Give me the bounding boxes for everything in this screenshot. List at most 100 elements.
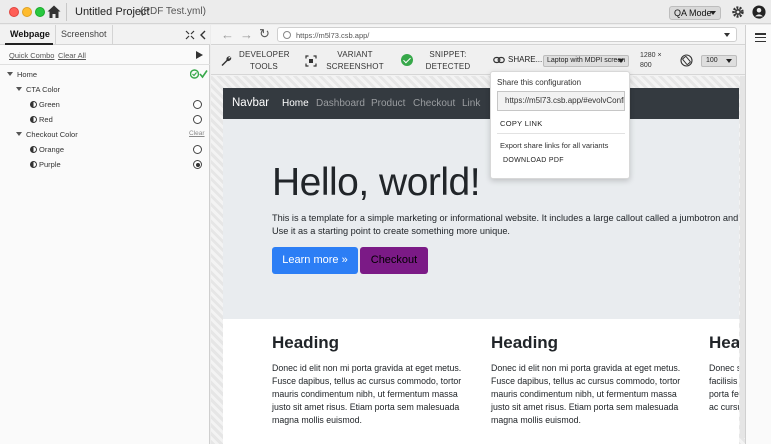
chevron-down-icon <box>710 11 716 15</box>
variant-screenshot-label-1: VARIANT <box>337 50 373 59</box>
zoom-window-button[interactable] <box>35 7 45 17</box>
gear-icon[interactable] <box>731 5 745 19</box>
nav-link-home[interactable]: Home <box>282 98 309 109</box>
globe-icon <box>283 31 291 39</box>
chevron-left-icon[interactable] <box>199 30 207 40</box>
mode-select[interactable]: QA Mode <box>669 6 721 20</box>
chevron-down-icon[interactable] <box>16 132 22 136</box>
title-separator <box>66 3 67 21</box>
tree-item-label: Checkout Color <box>26 130 78 139</box>
tab-screenshot[interactable]: Screenshot <box>61 29 107 39</box>
preview-webpage[interactable]: Navbar Home Dashboard Product Checkout L… <box>223 88 739 444</box>
user-icon[interactable] <box>752 5 766 19</box>
hamburger-icon[interactable] <box>755 33 766 43</box>
copy-link-button[interactable]: COPY LINK <box>500 119 543 128</box>
collapse-all-icon[interactable] <box>185 30 195 40</box>
screenshot-icon[interactable] <box>305 55 317 67</box>
device-viewport: Navbar Home Dashboard Product Checkout L… <box>211 76 745 444</box>
tree-item-checkout-color[interactable]: Checkout Color Clear <box>0 127 210 142</box>
share-button[interactable]: SHARE... <box>508 55 542 64</box>
play-icon[interactable] <box>196 51 203 59</box>
minimize-window-button[interactable] <box>22 7 32 17</box>
home-icon[interactable] <box>46 4 62 20</box>
back-arrow-icon[interactable]: ← <box>221 28 234 42</box>
variant-radio[interactable] <box>193 100 202 109</box>
forward-arrow-icon[interactable]: → <box>240 28 253 42</box>
link-icon[interactable] <box>493 55 505 65</box>
tab-webpage[interactable]: Webpage <box>10 29 50 39</box>
snippet-status: SNIPPET: DETECTED <box>423 49 473 73</box>
column-body: Donec id elit non mi porta gravida at eg… <box>272 363 462 425</box>
developer-tools-button[interactable]: DEVELOPER TOOLS <box>239 49 290 73</box>
jumbotron-lead: This is a template for a simple marketin… <box>272 212 739 238</box>
resolution-readout: 1280 × 800 <box>640 51 662 71</box>
tree-item-label: Red <box>39 115 53 124</box>
jumbotron-lead-line: Use it as a starting point to create som… <box>272 226 510 236</box>
nav-link-link[interactable]: Link <box>462 98 480 109</box>
learn-more-button[interactable]: Learn more » <box>272 247 358 274</box>
developer-tools-label-2: TOOLS <box>250 62 278 71</box>
reload-icon[interactable]: ↻ <box>259 27 270 41</box>
mode-select-value: QA Mode <box>674 8 712 18</box>
nav-link-dashboard[interactable]: Dashboard <box>316 98 365 109</box>
variant-radio[interactable] <box>193 145 202 154</box>
site-navbar: Navbar Home Dashboard Product Checkout L… <box>223 88 739 119</box>
chevron-down-icon[interactable] <box>16 87 22 91</box>
share-popover: Share this configuration https://m5l73.c… <box>490 71 630 179</box>
content-column: Heading Donec id elit non mi porta gravi… <box>491 333 691 427</box>
jumbotron: Hello, world! This is a template for a s… <box>223 119 739 319</box>
tab-divider <box>112 25 113 45</box>
quick-combo-link[interactable]: Quick Combo <box>9 51 54 60</box>
jumbotron-heading: Hello, world! <box>272 161 481 204</box>
checkout-button[interactable]: Checkout <box>360 247 428 274</box>
chevron-down-icon <box>726 59 732 63</box>
device-select-value: Laptop with MDPI screen <box>547 57 626 64</box>
chevron-down-icon[interactable] <box>724 33 730 37</box>
export-share-links-label: Export share links for all variants <box>500 141 609 150</box>
variant-screenshot-button[interactable]: VARIANT SCREENSHOT <box>325 49 385 73</box>
url-input[interactable]: https://m5l73.csb.app/ <box>277 27 737 42</box>
share-link-input[interactable]: https://m5l73.csb.app/#evolvConfig <box>497 91 625 111</box>
variant-radio-selected[interactable] <box>193 160 202 169</box>
tab-divider <box>55 25 56 45</box>
tree-item-red[interactable]: Red <box>0 112 210 127</box>
tree-item-label: Green <box>39 100 60 109</box>
variant-screenshot-label-2: SCREENSHOT <box>326 62 384 71</box>
tree-item-label: Home <box>17 70 38 79</box>
variants-panel: Webpage Screenshot Quick Combo Clear All… <box>0 25 210 444</box>
navbar-brand[interactable]: Navbar <box>232 97 269 109</box>
close-window-button[interactable] <box>9 7 19 17</box>
chevron-down-icon[interactable] <box>7 72 13 76</box>
download-pdf-button[interactable]: DOWNLOAD PDF <box>503 157 564 164</box>
developer-tools-label-1: DEVELOPER <box>239 50 290 59</box>
project-title: Untitled Project <box>75 6 150 18</box>
right-rail <box>745 25 771 444</box>
tree-item-home[interactable]: Home <box>0 67 210 82</box>
clear-all-link[interactable]: Clear All <box>58 51 86 60</box>
tree-item-green[interactable]: Green <box>0 97 210 112</box>
rotate-icon[interactable] <box>680 54 693 67</box>
tree-item-cta-color[interactable]: CTA Color <box>0 82 210 97</box>
nav-link-product[interactable]: Product <box>371 98 405 109</box>
nav-link-checkout[interactable]: Checkout <box>413 98 455 109</box>
column-heading: Heading <box>709 333 739 352</box>
variant-radio[interactable] <box>193 115 202 124</box>
share-popover-title: Share this configuration <box>497 78 582 87</box>
popover-divider <box>497 133 625 134</box>
tree-item-label: CTA Color <box>26 85 61 94</box>
zoom-select[interactable]: 100 <box>701 55 737 67</box>
device-select[interactable]: Laptop with MDPI screen <box>543 55 629 67</box>
panel-actions: Quick Combo Clear All <box>0 45 210 65</box>
clear-group-link[interactable]: Clear <box>189 130 205 137</box>
zoom-select-value: 100 <box>706 57 718 64</box>
wrench-icon[interactable] <box>220 55 232 67</box>
column-body: Donec sed odio dui. Cras justo odio, dap… <box>709 363 739 412</box>
tree-item-purple[interactable]: Purple <box>0 157 210 172</box>
panel-tabs: Webpage Screenshot <box>0 25 210 45</box>
content-column: Heading Donec id elit non mi porta gravi… <box>272 333 472 427</box>
url-text: https://m5l73.csb.app/ <box>296 31 370 40</box>
variant-icon <box>30 161 37 168</box>
tree-item-orange[interactable]: Orange <box>0 142 210 157</box>
resolution-width: 1280 × <box>640 52 662 59</box>
address-bar: ← → ↻ https://m5l73.csb.app/ <box>211 25 745 45</box>
